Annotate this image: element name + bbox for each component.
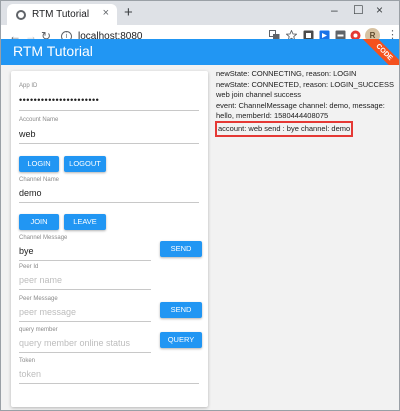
channel-message-underline [19, 260, 151, 261]
peer-message-label: Peer Message [19, 296, 58, 302]
new-tab-button[interactable]: + [124, 5, 133, 21]
peer-id-input[interactable]: peer name [19, 275, 62, 285]
tab-close-icon[interactable]: × [103, 7, 109, 19]
tab-strip: RTM Tutorial × + – ☐ × [1, 1, 399, 25]
tab-title: RTM Tutorial [32, 9, 90, 20]
app-id-label: App ID [19, 83, 38, 89]
join-button[interactable]: JOIN [19, 214, 59, 230]
channel-message-label: Channel Message [19, 235, 68, 241]
token-label: Token [19, 358, 36, 364]
logout-button[interactable]: LOGOUT [64, 156, 106, 172]
query-button[interactable]: QUERY [160, 332, 202, 348]
account-name-input[interactable]: web [19, 129, 36, 139]
query-member-underline [19, 352, 151, 353]
login-button[interactable]: LOGIN [19, 156, 59, 172]
app-id-input[interactable]: •••••••••••••••••••••• [19, 95, 99, 105]
token-input[interactable]: token [19, 369, 41, 379]
highlighted-log-line: account: web send : bye channel: demo [214, 120, 354, 137]
log-line: event: ChannelMessage channel: demo, mes… [216, 100, 385, 121]
query-member-input[interactable]: query member online status [19, 338, 130, 348]
code-ribbon[interactable]: CODE [355, 39, 399, 65]
window-close-button[interactable]: × [376, 3, 383, 17]
send-peer-message-button[interactable]: SEND [160, 302, 202, 318]
channel-name-label: Channel Name [19, 177, 60, 183]
log-line: newState: CONNECTED, reason: LOGIN_SUCCE… [216, 79, 394, 89]
leave-button[interactable]: LEAVE [64, 214, 106, 230]
account-name-underline [19, 143, 199, 144]
main-content: App ID •••••••••••••••••••••• Account Na… [1, 65, 399, 410]
browser-window: RTM Tutorial × + – ☐ × ← → ↻ i localhost… [0, 0, 400, 411]
maximize-button[interactable]: ☐ [353, 3, 364, 17]
app-id-underline [19, 110, 199, 111]
control-form: App ID •••••••••••••••••••••• Account Na… [11, 71, 208, 407]
app-title: RTM Tutorial [13, 43, 93, 59]
log-line: web join channel success [216, 90, 302, 99]
event-log: newState: CONNECTING, reason: LOGIN newS… [214, 69, 394, 137]
browser-tab[interactable]: RTM Tutorial × [7, 4, 117, 25]
peer-message-input[interactable]: peer message [19, 307, 76, 317]
minimize-button[interactable]: – [331, 3, 338, 17]
send-channel-message-button[interactable]: SEND [160, 241, 202, 257]
channel-name-input[interactable]: demo [19, 188, 42, 198]
app-header: RTM Tutorial CODE [1, 39, 399, 65]
channel-message-input[interactable]: bye [19, 246, 34, 256]
peer-id-label: Peer Id [19, 264, 39, 270]
token-underline [19, 383, 199, 384]
peer-id-underline [19, 289, 151, 290]
account-name-label: Account Name [19, 117, 59, 123]
query-member-label: query member [19, 327, 58, 333]
peer-message-underline [19, 321, 151, 322]
globe-icon [16, 9, 26, 20]
channel-name-underline [19, 202, 199, 203]
log-line: newState: CONNECTING, reason: LOGIN [216, 69, 357, 78]
